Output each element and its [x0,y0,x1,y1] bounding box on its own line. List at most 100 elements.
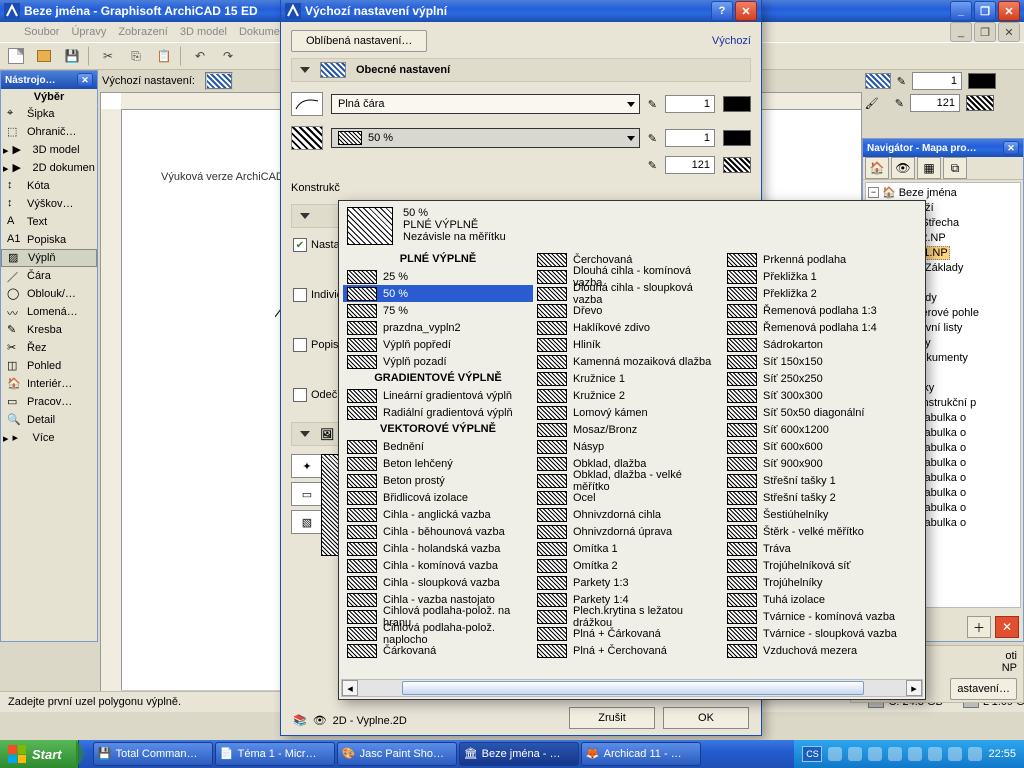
section-general[interactable]: Obecné nastavení [291,58,751,82]
fill-option[interactable]: Trojúhelníky [723,574,913,591]
fill-option[interactable]: Šestiúhelníky [723,506,913,523]
fill-option[interactable]: Dlouhá cihla - sloupková vazba [533,285,723,302]
fill-option[interactable]: Omítka 2 [533,557,723,574]
toolbox-item[interactable]: ▸ ▸ Více [1,429,97,447]
toolbox-close-icon[interactable]: ✕ [77,73,93,87]
tree-collapse-icon[interactable]: − [868,187,879,198]
toolbox-item[interactable]: 〰 Lomená… [1,303,97,321]
fill-option[interactable]: Řemenová podlaha 1:4 [723,319,913,336]
toolbox-item[interactable]: ↕ Kóta [1,177,97,195]
main-maximize-button[interactable]: ❐ [974,1,996,21]
toolbox-titlebar[interactable]: Nástrojo… ✕ [1,71,97,89]
doc-close-button[interactable]: ✕ [998,22,1020,42]
reset-default-link[interactable]: Výchozí [712,35,751,47]
fill-option[interactable]: Překližka 1 [723,268,913,285]
toolbox-item[interactable]: ✎ Kresba [1,321,97,339]
toolbox-item[interactable]: ⬚ Ohranič… [1,123,97,141]
fill-option[interactable]: Prkenná podlaha [723,251,913,268]
fill-option[interactable]: Bednění [343,438,533,455]
fill-option[interactable]: Cihla - anglická vazba [343,506,533,523]
tray-icon[interactable] [908,747,922,761]
toolbox-item[interactable]: ◯ Oblouk/… [1,285,97,303]
fill-option[interactable]: Síť 250x250 [723,370,913,387]
fill-option[interactable]: Lomový kámen [533,404,723,421]
language-indicator[interactable]: CS [802,746,822,762]
menu-item[interactable]: Dokume [239,26,280,38]
redo-icon[interactable]: ↷ [216,44,240,68]
toolbox-item[interactable]: 🏠 Interiér… [1,375,97,393]
ok-button[interactable]: OK [663,707,749,729]
fill-pen-field[interactable]: 1 [665,129,715,147]
menu-item[interactable]: 3D model [180,26,227,38]
tray-icon[interactable] [868,747,882,761]
checkbox[interactable] [293,338,307,352]
fill-option[interactable]: Síť 300x300 [723,387,913,404]
fill-option[interactable]: Hliník [533,336,723,353]
fill-option[interactable]: Tráva [723,540,913,557]
bg-pen-field[interactable]: 121 [665,156,715,174]
taskbar-task[interactable]: 📄Téma 1 - Micr… [215,742,335,766]
line-pen-color[interactable] [723,96,751,112]
cancel-button[interactable]: Zrušit [569,707,655,729]
taskbar-task[interactable]: 🏛Beze jména - … [459,742,579,766]
line-pen-field[interactable]: 1 [665,95,715,113]
menu-item[interactable]: Úpravy [71,26,106,38]
cut-icon[interactable]: ✂ [96,44,120,68]
start-button[interactable]: Start [0,740,79,768]
fill-option[interactable]: Síť 600x1200 [723,421,913,438]
fill-option[interactable]: Výplň pozadí [343,353,533,370]
fill-option[interactable]: Cihla - holandská vazba [343,540,533,557]
fill-origin-option[interactable]: ▧ [291,510,323,534]
navigator-close-icon[interactable]: ✕ [1003,141,1019,155]
tray-icon[interactable] [948,747,962,761]
navigator-view-layouts-icon[interactable]: ▦ [917,157,941,179]
pen-color-chip[interactable] [966,95,994,111]
fill-option[interactable]: Tvárnice - sloupková vazba [723,625,913,642]
fill-option[interactable]: Ohnivzdorná cihla [533,506,723,523]
main-minimize-button[interactable]: _ [950,1,972,21]
fill-option[interactable]: Plech.krytina s ležatou drážkou [533,608,723,625]
fill-option[interactable]: Síť 50x50 diagonální [723,404,913,421]
line-type-combo[interactable]: Plná čára [331,94,640,114]
dialog-titlebar[interactable]: Výchozí nastavení výplní ? ✕ [281,0,761,22]
fill-option[interactable]: Ohnivzdorná úprava [533,523,723,540]
fill-option[interactable]: 75 % [343,302,533,319]
fill-picker-dropdown[interactable]: 50 % PLNÉ VÝPLNĚ Nezávisle na měřítku PL… [338,200,926,700]
tray-icon[interactable] [888,747,902,761]
menu-item[interactable]: Zobrazení [118,26,168,38]
paste-icon[interactable]: 📋 [152,44,176,68]
doc-minimize-button[interactable]: _ [950,22,972,42]
toolbox-item[interactable]: ✂ Řez [1,339,97,357]
dialog-help-button[interactable]: ? [711,1,733,21]
toolbox-item[interactable]: ↕ Výškov… [1,195,97,213]
navigator-delete-button[interactable]: ✕ [995,616,1019,638]
open-file-icon[interactable] [32,44,56,68]
toolbox-item[interactable]: 🔍 Detail [1,411,97,429]
fill-option[interactable]: Sádrokarton [723,336,913,353]
fill-option[interactable]: Obklad, dlažba - velké měřítko [533,472,723,489]
fill-option[interactable]: Lineární gradientová výplň [343,387,533,404]
fill-type-combo[interactable]: 50 % [331,128,640,148]
doc-restore-button[interactable]: ❐ [974,22,996,42]
taskbar-clock[interactable]: 22:55 [988,748,1016,760]
fill-option[interactable]: Mosaz/Bronz [533,421,723,438]
fill-option[interactable]: Beton prostý [343,472,533,489]
dialog-close-button[interactable]: ✕ [735,1,757,21]
fill-option[interactable]: Haklíkové zdivo [533,319,723,336]
fill-option[interactable]: Síť 900x900 [723,455,913,472]
checkbox[interactable] [293,388,307,402]
toolbox-item[interactable]: ⌖ Šipka [1,105,97,123]
save-file-icon[interactable]: 💾 [60,44,84,68]
taskbar-task[interactable]: 🦊Archicad 11 - … [581,742,701,766]
fill-option[interactable]: Kružnice 1 [533,370,723,387]
fill-option[interactable]: Plná + Čerchovaná [533,642,723,659]
navigator-new-button[interactable]: ＋ [967,616,991,638]
toolbox-item[interactable]: ◫ Pohled [1,357,97,375]
fill-option[interactable]: Překližka 2 [723,285,913,302]
fill-option[interactable]: Břidlicová izolace [343,489,533,506]
scroll-left-icon[interactable]: ◂ [342,680,358,696]
fill-option[interactable]: Omítka 1 [533,540,723,557]
fill-option[interactable]: Výplň popředí [343,336,533,353]
toolbox-item[interactable]: ▨ Výplň [1,249,97,267]
tray-icon[interactable] [968,747,982,761]
